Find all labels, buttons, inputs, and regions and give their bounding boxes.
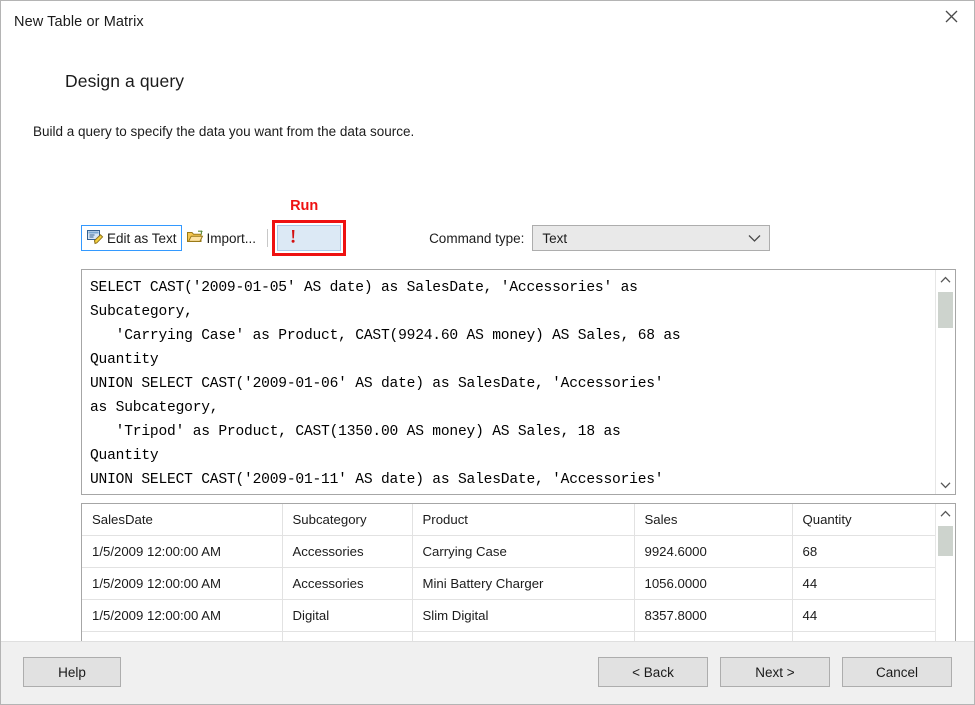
- column-header-sales[interactable]: Sales: [634, 504, 792, 535]
- back-button[interactable]: < Back: [598, 657, 708, 687]
- import-label: Import...: [207, 231, 257, 246]
- results-scroll-up-button[interactable]: [936, 504, 955, 523]
- page-subtitle: Build a query to specify the data you wa…: [33, 124, 414, 139]
- edit-as-text-label: Edit as Text: [107, 231, 177, 246]
- dialog-content: Design a query Build a query to specify …: [1, 45, 974, 641]
- table-row[interactable]: 1/5/2009 12:00:00 AM Digital Slim Digita…: [82, 599, 935, 631]
- run-exclamation-icon: [286, 228, 300, 248]
- column-header-product[interactable]: Product: [412, 504, 634, 535]
- import-button[interactable]: Import...: [182, 225, 261, 251]
- cell-product: Mini Battery Charger: [412, 567, 634, 599]
- query-scrollbar[interactable]: [935, 270, 955, 494]
- edit-as-text-button[interactable]: Edit as Text: [81, 225, 182, 251]
- close-icon: [945, 10, 958, 23]
- cell-product: Carrying Case: [412, 535, 634, 567]
- cell-sales: 8357.8000: [634, 599, 792, 631]
- help-button[interactable]: Help: [23, 657, 121, 687]
- query-text[interactable]: SELECT CAST('2009-01-05' AS date) as Sal…: [82, 270, 935, 494]
- run-button-wrapper: Run: [277, 225, 341, 251]
- cell-subcategory: Accessories: [282, 567, 412, 599]
- query-toolbar: Edit as Text Import...: [81, 222, 841, 254]
- table-header-row: SalesDate Subcategory Product Sales Quan…: [82, 504, 935, 535]
- chevron-down-icon: [748, 231, 761, 246]
- dialog-titlebar: New Table or Matrix: [1, 1, 974, 45]
- cell-subcategory: Digital: [282, 599, 412, 631]
- query-text-area[interactable]: SELECT CAST('2009-01-05' AS date) as Sal…: [81, 269, 956, 495]
- query-scroll-down-button[interactable]: [936, 475, 955, 494]
- command-type-label: Command type:: [429, 231, 524, 246]
- dialog-title: New Table or Matrix: [14, 14, 144, 30]
- query-scroll-thumb[interactable]: [938, 292, 953, 328]
- command-type-value: Text: [542, 231, 567, 246]
- page-title: Design a query: [65, 71, 184, 92]
- column-header-salesdate[interactable]: SalesDate: [82, 504, 282, 535]
- table-row[interactable]: 1/5/2009 12:00:00 AM Accessories Carryin…: [82, 535, 935, 567]
- toolbar-separator: [267, 229, 268, 247]
- results-scroll-thumb[interactable]: [938, 526, 953, 556]
- column-header-subcategory[interactable]: Subcategory: [282, 504, 412, 535]
- dialog-footer: Help < Back Next > Cancel: [1, 641, 974, 704]
- cell-sales: 9924.6000: [634, 535, 792, 567]
- cell-salesdate: 1/5/2009 12:00:00 AM: [82, 535, 282, 567]
- cell-quantity: 44: [792, 567, 935, 599]
- cell-product: Slim Digital: [412, 599, 634, 631]
- query-scroll-up-button[interactable]: [936, 270, 955, 289]
- cell-quantity: 68: [792, 535, 935, 567]
- cell-salesdate: 1/5/2009 12:00:00 AM: [82, 567, 282, 599]
- cell-quantity: 44: [792, 599, 935, 631]
- next-button[interactable]: Next >: [720, 657, 830, 687]
- folder-open-icon: [186, 228, 204, 249]
- new-table-or-matrix-dialog: New Table or Matrix Design a query Build…: [0, 0, 975, 705]
- cell-subcategory: Accessories: [282, 535, 412, 567]
- cell-salesdate: 1/5/2009 12:00:00 AM: [82, 599, 282, 631]
- column-header-quantity[interactable]: Quantity: [792, 504, 935, 535]
- table-row[interactable]: 1/5/2009 12:00:00 AM Accessories Mini Ba…: [82, 567, 935, 599]
- run-annotation-label: Run: [290, 198, 318, 214]
- cancel-button[interactable]: Cancel: [842, 657, 952, 687]
- command-type-select[interactable]: Text: [532, 225, 770, 251]
- close-button[interactable]: [928, 1, 974, 32]
- edit-as-text-icon: [86, 228, 104, 249]
- run-button[interactable]: [277, 225, 341, 251]
- cell-sales: 1056.0000: [634, 567, 792, 599]
